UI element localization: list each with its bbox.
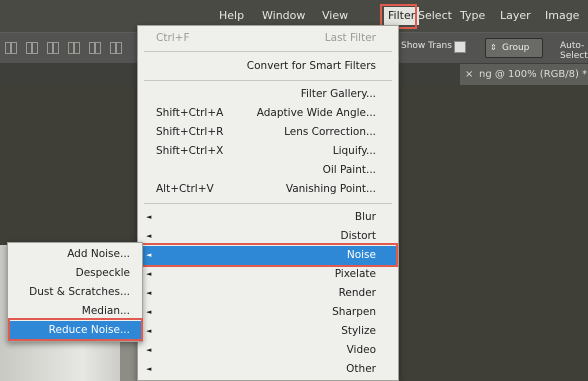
submenu-arrow-icon: ◄ <box>146 213 152 221</box>
menu-item-render[interactable]: ◄ Render <box>138 284 398 303</box>
submenu-item-label: Dust & Scratches... <box>29 286 130 298</box>
menu-separator <box>144 51 392 52</box>
menu-item-shortcut: Shift+Ctrl+R <box>156 126 224 138</box>
menu-item-label: Adaptive Wide Angle... <box>256 107 376 119</box>
submenu-item-despeckle[interactable]: Despeckle <box>8 264 142 283</box>
document-tab-title: ng @ 100% (RGB/8) * <box>479 69 588 80</box>
menu-item-last-filter: Last Filter Ctrl+F <box>138 29 398 48</box>
align-hcenter-icon[interactable] <box>89 42 101 54</box>
menu-item-sharpen[interactable]: ◄ Sharpen <box>138 303 398 322</box>
menu-item-label: Vanishing Point... <box>285 183 376 195</box>
menu-separator <box>144 80 392 81</box>
menu-item-label: Last Filter <box>324 32 376 44</box>
align-top-icon[interactable] <box>5 42 17 54</box>
menu-item-label: Convert for Smart Filters <box>246 60 376 72</box>
menu-item-label: Oil Paint... <box>322 164 376 176</box>
submenu-arrow-icon: ◄ <box>146 270 152 278</box>
menu-item-other[interactable]: ◄ Other <box>138 360 398 379</box>
menu-item-pixelate[interactable]: ◄ Pixelate <box>138 265 398 284</box>
submenu-item-label: Add Noise... <box>67 248 130 260</box>
reduce-noise-highlight <box>8 318 143 341</box>
menu-item-shortcut: Shift+Ctrl+X <box>156 145 224 157</box>
filter-dropdown-menu: Last Filter Ctrl+F Convert for Smart Fil… <box>137 25 399 381</box>
menu-item-label: Pixelate <box>334 268 376 280</box>
menu-item-label: Lens Correction... <box>284 126 376 138</box>
noise-item-highlight <box>140 243 398 267</box>
menu-item-label: Filter Gallery... <box>300 88 376 100</box>
menu-item-oil-paint[interactable]: Oil Paint... <box>138 161 398 180</box>
menu-item-lens-correction[interactable]: Lens Correction... Shift+Ctrl+R <box>138 123 398 142</box>
show-transform-checkbox[interactable] <box>454 41 466 53</box>
menu-layer[interactable]: Layer <box>500 0 531 32</box>
menu-item-label: Liquify... <box>332 145 376 157</box>
menu-item-blur[interactable]: ◄ Blur <box>138 208 398 227</box>
menu-item-label: Video <box>346 344 376 356</box>
menu-item-convert-smart-filters[interactable]: Convert for Smart Filters <box>138 57 398 76</box>
submenu-item-label: Despeckle <box>75 267 130 279</box>
menu-item-adaptive-wide-angle[interactable]: Adaptive Wide Angle... Shift+Ctrl+A <box>138 104 398 123</box>
menu-item-label: Other <box>346 363 376 375</box>
submenu-arrow-icon: ◄ <box>146 365 152 373</box>
submenu-item-add-noise[interactable]: Add Noise... <box>8 245 142 264</box>
menu-item-label: Blur <box>354 211 376 223</box>
menu-item-filter-gallery[interactable]: Filter Gallery... <box>138 85 398 104</box>
align-bottom-icon[interactable] <box>47 42 59 54</box>
submenu-arrow-icon: ◄ <box>146 289 152 297</box>
menu-item-vanishing-point[interactable]: Vanishing Point... Alt+Ctrl+V <box>138 180 398 199</box>
auto-select-label: Auto-Select: <box>560 41 588 61</box>
menu-item-shortcut: Alt+Ctrl+V <box>156 183 214 195</box>
menu-image[interactable]: Image <box>545 0 579 32</box>
menu-item-shortcut: Shift+Ctrl+A <box>156 107 224 119</box>
menu-item-liquify[interactable]: Liquify... Shift+Ctrl+X <box>138 142 398 161</box>
show-transform-label: Show Trans <box>401 41 452 51</box>
submenu-arrow-icon: ◄ <box>146 327 152 335</box>
menu-separator <box>144 203 392 204</box>
submenu-arrow-icon: ◄ <box>146 346 152 354</box>
menu-item-stylize[interactable]: ◄ Stylize <box>138 322 398 341</box>
align-vcenter-icon[interactable] <box>26 42 38 54</box>
menu-item-label: Render <box>338 287 376 299</box>
menu-type[interactable]: Type <box>460 0 485 32</box>
menu-select[interactable]: Select <box>418 0 452 32</box>
document-tab[interactable]: × ng @ 100% (RGB/8) * <box>460 64 588 85</box>
align-right-icon[interactable] <box>110 42 122 54</box>
menu-item-label: Sharpen <box>332 306 376 318</box>
menu-item-shortcut: Ctrl+F <box>156 32 190 44</box>
menu-item-label: Stylize <box>341 325 376 337</box>
align-left-icon[interactable] <box>68 42 80 54</box>
close-tab-icon[interactable]: × <box>465 64 473 85</box>
submenu-item-dust-scratches[interactable]: Dust & Scratches... <box>8 283 142 302</box>
submenu-arrow-icon: ◄ <box>146 308 152 316</box>
menu-item-video[interactable]: ◄ Video <box>138 341 398 360</box>
auto-select-dropdown[interactable]: ⇕ Group <box>485 38 543 58</box>
dropdown-arrows-icon: ⇕ <box>490 43 497 52</box>
auto-select-value: Group <box>502 43 530 53</box>
